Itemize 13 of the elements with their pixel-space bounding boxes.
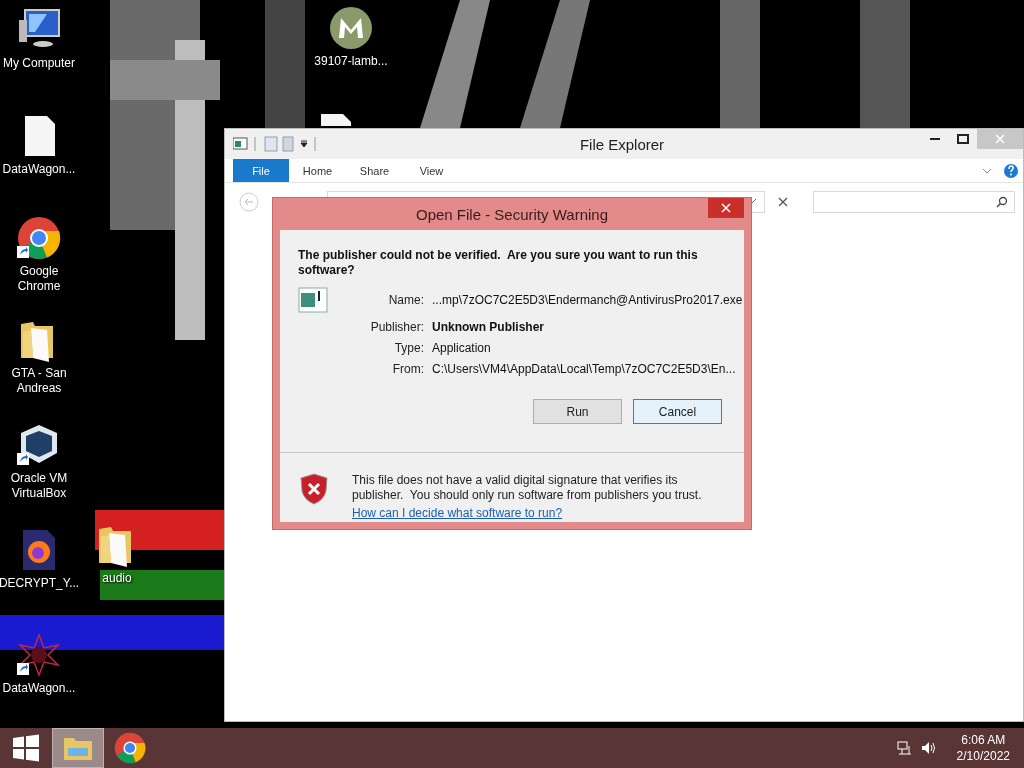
detail-label: Name: (387, 293, 425, 307)
detail-label: From: (391, 362, 425, 376)
icon-label: 39107-lamb... (314, 54, 388, 69)
detail-value: Unknown Publisher (432, 320, 545, 334)
warning-question: The publisher could not be verified. Are you sure you want to run this software? (298, 248, 698, 278)
warning-message: This file does not have a valid digital signature that verifies its publisher. You should only run software from publishers you trust. (352, 473, 703, 503)
detail-label: Type: (393, 341, 425, 355)
detail-value: C:\Users\VM4\AppData\Local\Temp\7zOC7C2E5D3\En... (432, 362, 737, 376)
window-title: File Explorer (578, 135, 666, 153)
detail-label: Publisher: (369, 320, 425, 334)
detail-value: ...mp\7zOC7C2E5D3\Endermanch@AntivirusPro2017.exe (432, 293, 743, 307)
dialog-title: Open File - Security Warning (415, 205, 609, 223)
detail-value: Application (432, 341, 492, 355)
